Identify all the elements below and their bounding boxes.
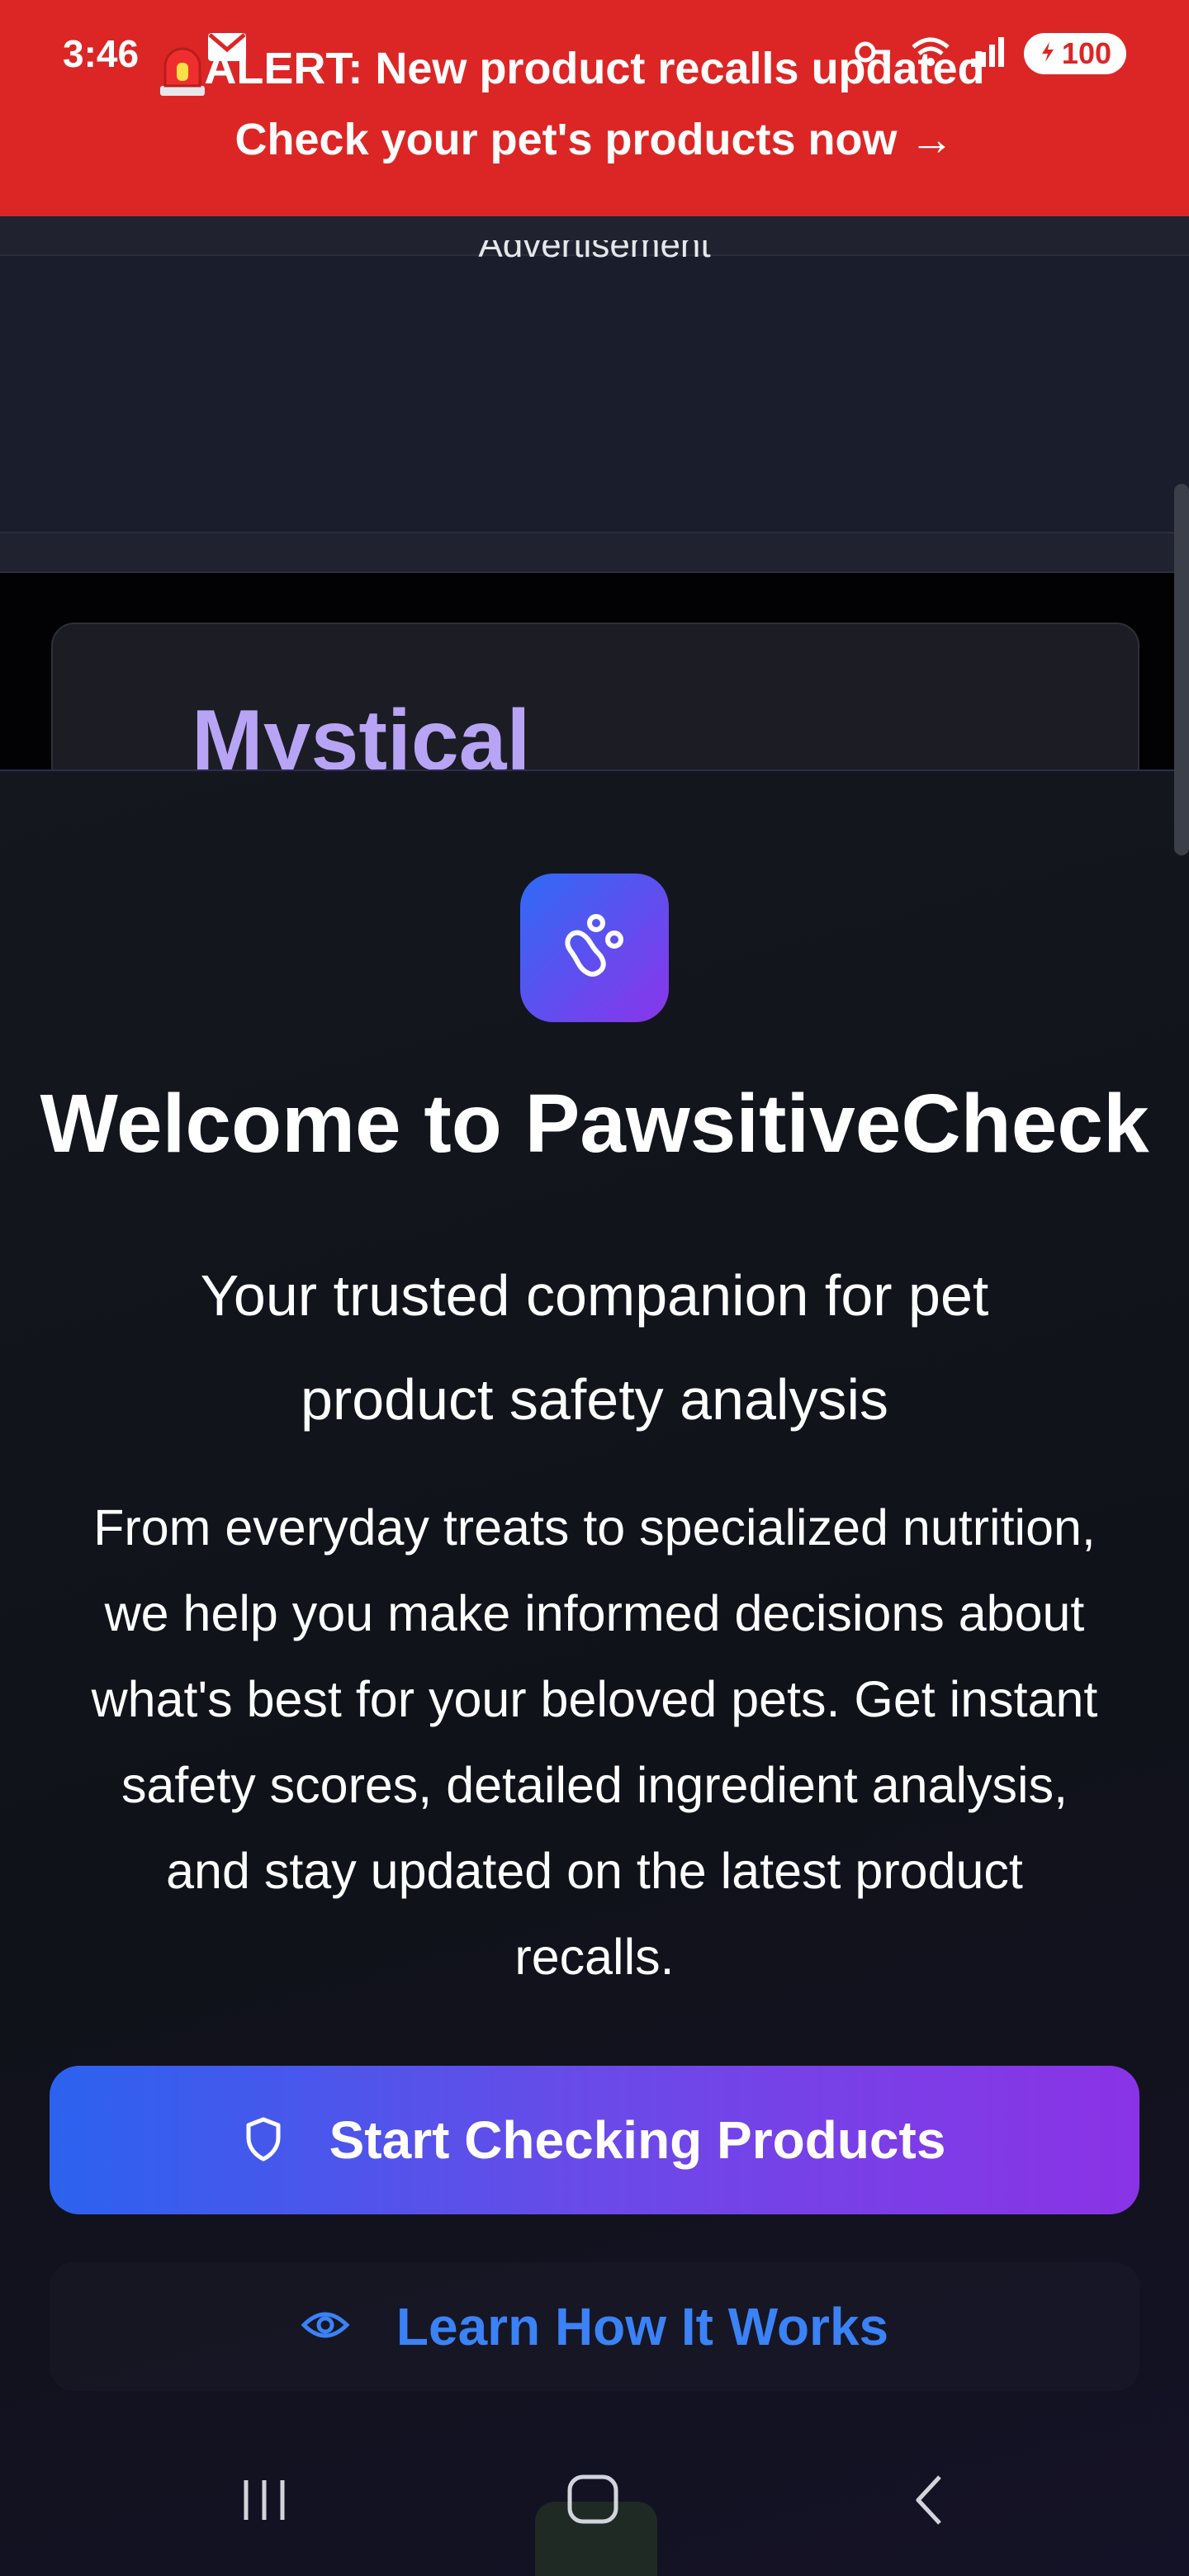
recents-icon[interactable] bbox=[239, 2477, 289, 2527]
alert-cta-link[interactable]: Check your pet's products now → bbox=[0, 114, 1189, 165]
shield-icon bbox=[244, 2116, 283, 2165]
learn-how-label: Learn How It Works bbox=[396, 2297, 889, 2356]
learn-how-button[interactable]: Learn How It Works bbox=[50, 2262, 1139, 2391]
alert-headline: ALERT: New product recalls updated bbox=[204, 44, 985, 93]
welcome-tagline: Your trusted companion for pet product s… bbox=[200, 1263, 989, 1432]
eye-icon bbox=[301, 2308, 350, 2346]
advertisement-slot[interactable] bbox=[0, 216, 1189, 571]
ad-bottom-divider bbox=[0, 532, 1189, 573]
start-checking-label: Start Checking Products bbox=[329, 2110, 946, 2170]
paw-icon bbox=[555, 907, 634, 990]
scrollbar[interactable] bbox=[1174, 484, 1189, 855]
welcome-description: From everyday treats to specialized nutr… bbox=[91, 1499, 1098, 1985]
back-icon[interactable] bbox=[912, 2474, 945, 2531]
home-icon[interactable] bbox=[566, 2472, 619, 2529]
app-logo bbox=[520, 874, 669, 1022]
start-checking-button[interactable]: Start Checking Products bbox=[50, 2066, 1139, 2214]
welcome-title: Welcome to PawsitiveCheck bbox=[40, 1077, 1149, 1170]
